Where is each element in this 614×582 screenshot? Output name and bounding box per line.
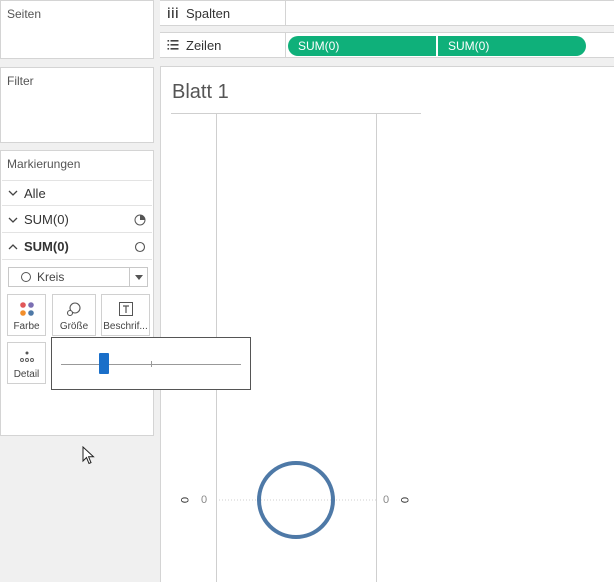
- marks-row-sum-1[interactable]: SUM(0): [2, 207, 152, 233]
- card-label: Detail: [13, 369, 40, 380]
- chevron-up-icon: [2, 240, 24, 254]
- pages-panel-title: Seiten: [7, 7, 42, 21]
- text-label-icon: [118, 299, 134, 319]
- marks-row-all[interactable]: Alle: [2, 180, 152, 206]
- color-card-button[interactable]: Farbe: [7, 294, 46, 336]
- filters-panel-title: Filter: [7, 74, 34, 88]
- rows-icon: [160, 39, 186, 51]
- mark-type-value: Kreis: [37, 270, 65, 284]
- circle-icon: [128, 241, 152, 253]
- marks-row-sum-2[interactable]: SUM(0): [2, 234, 152, 260]
- marks-panel-title: Markierungen: [7, 157, 81, 171]
- plot-area: [216, 461, 376, 539]
- dropdown-arrow-icon[interactable]: [129, 268, 147, 286]
- worksheet-view[interactable]: Blatt 1 0 0 0 0: [160, 66, 614, 582]
- row-pill-sum-2[interactable]: SUM(0): [438, 36, 586, 56]
- marks-row-label: Alle: [24, 185, 46, 201]
- chevron-down-icon: [2, 213, 24, 227]
- size-icon: [66, 299, 82, 319]
- columns-shelf[interactable]: Spalten: [160, 0, 614, 26]
- columns-shelf-text: Spalten: [186, 5, 231, 21]
- marks-row-label: SUM(0): [24, 239, 69, 254]
- size-card-button[interactable]: Größe: [52, 294, 96, 336]
- color-dots-icon: [19, 299, 35, 319]
- label-card-button[interactable]: Beschrif...: [101, 294, 150, 336]
- card-label: Farbe: [13, 321, 40, 332]
- columns-shelf-label: Spalten: [160, 1, 286, 25]
- detail-dots-icon: [19, 347, 35, 367]
- mark-type-dropdown[interactable]: Kreis: [8, 267, 148, 287]
- rows-shelf-label: Zeilen: [160, 33, 286, 57]
- marks-panel: Markierungen Alle SUM(0) SUM(0) Kreis Fa…: [0, 150, 154, 436]
- filters-panel[interactable]: Filter: [0, 67, 154, 143]
- mouse-cursor-icon: [82, 446, 95, 465]
- columns-icon: [160, 7, 186, 19]
- size-slider-popup: [51, 337, 251, 390]
- size-slider-thumb[interactable]: [99, 353, 110, 374]
- card-label: Größe: [59, 321, 89, 332]
- circle-icon: [21, 272, 31, 282]
- row-pill-sum-1[interactable]: SUM(0): [288, 36, 436, 56]
- rows-shelf[interactable]: Zeilen SUM(0) SUM(0): [160, 32, 614, 58]
- pages-panel: Seiten: [0, 0, 154, 59]
- detail-card-button[interactable]: Detail: [7, 342, 46, 384]
- size-slider-tick: [151, 361, 152, 367]
- marks-row-label: SUM(0): [24, 212, 69, 227]
- pie-icon: [128, 214, 152, 226]
- card-label: Beschrif...: [103, 321, 148, 332]
- rows-shelf-text: Zeilen: [186, 37, 222, 53]
- chevron-down-icon: [2, 186, 24, 200]
